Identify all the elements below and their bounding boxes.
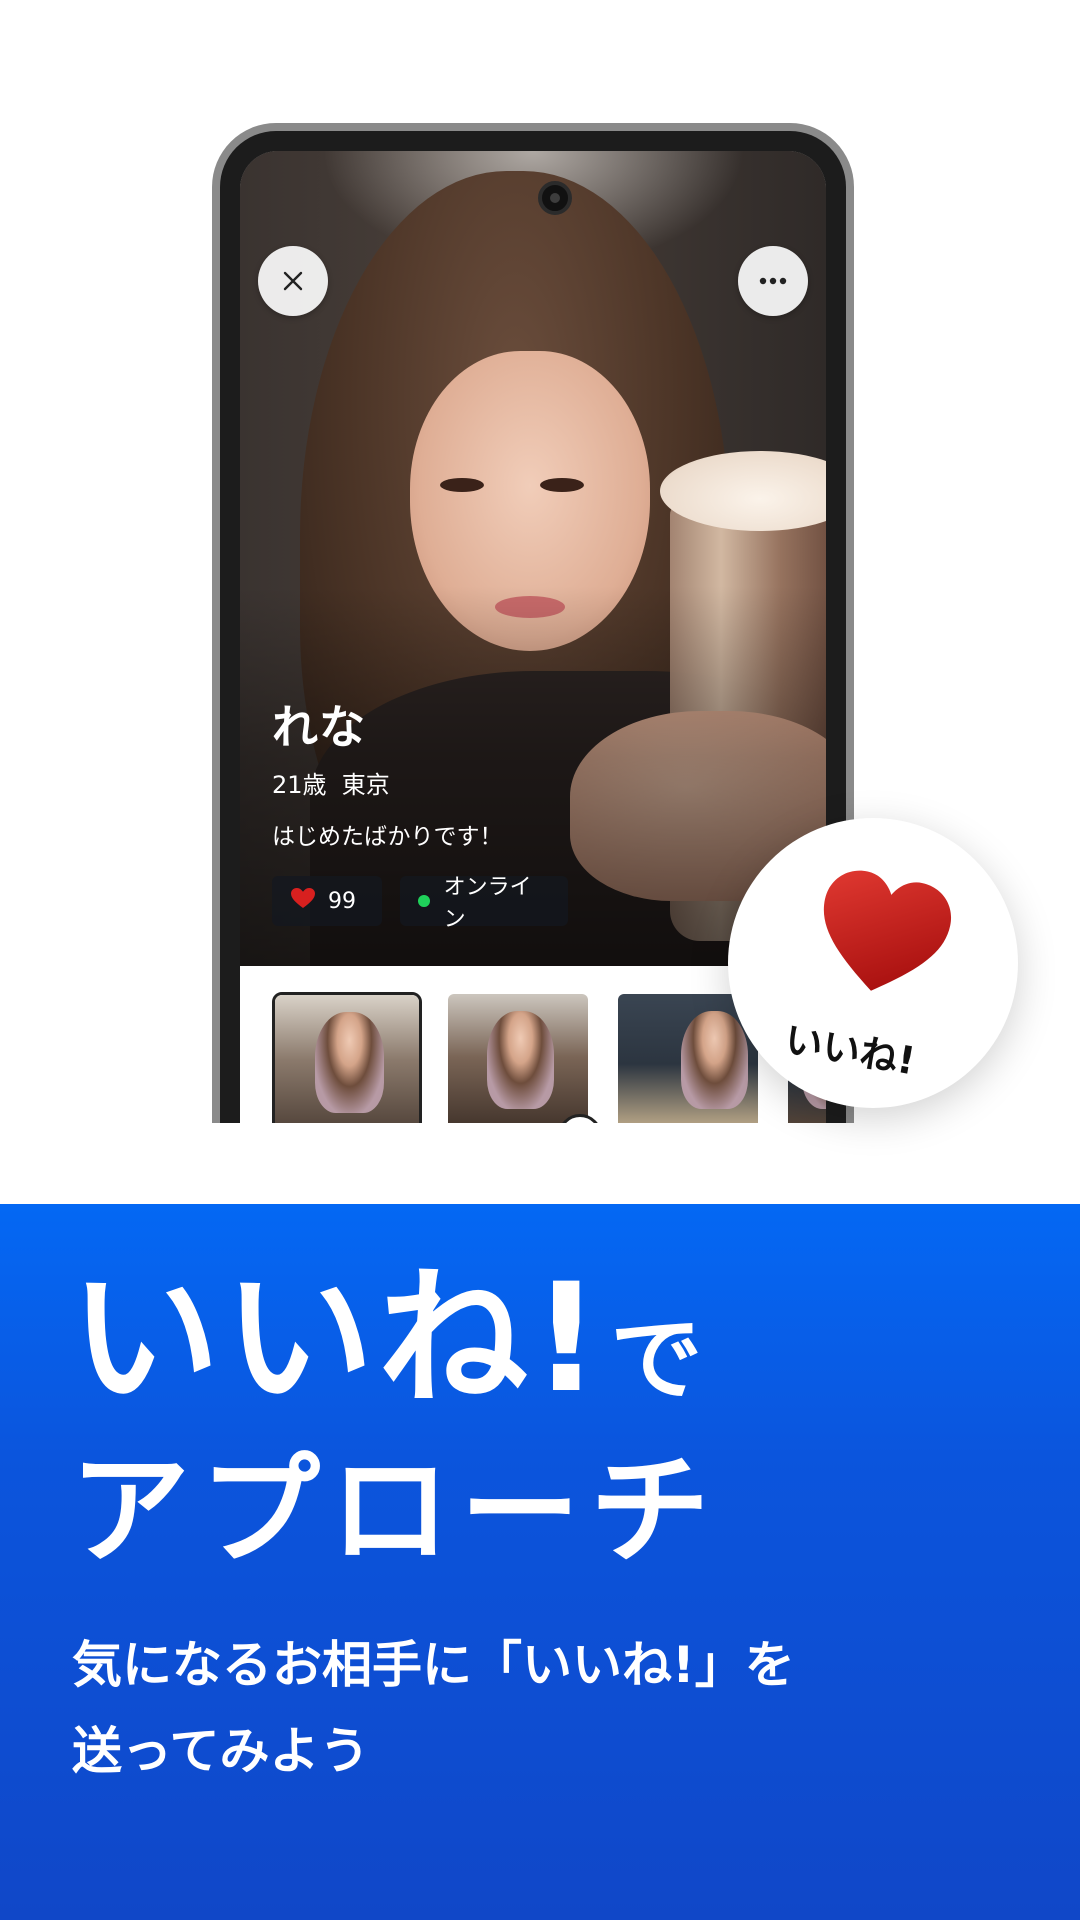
headline-main: いいね! (70, 1252, 605, 1426)
headline: いいね! で アプローチ (70, 1264, 720, 1572)
subtext: 気になるお相手に「いいね!」を 送ってみよう (72, 1622, 795, 1794)
close-icon (282, 270, 304, 292)
likes-count-chip: 99 (272, 876, 382, 926)
heart-icon (290, 887, 316, 915)
thumbnail-1[interactable] (272, 992, 422, 1123)
profile-bio: はじめたばかりです！ (272, 824, 503, 850)
likes-count: 99 (328, 888, 356, 914)
more-options-button[interactable] (738, 246, 808, 316)
headline-particle: で (610, 1306, 703, 1413)
headline-line2: アプローチ (70, 1442, 720, 1581)
heart-icon (813, 870, 953, 1002)
profile-age-location: 21歳 東京 (272, 771, 390, 799)
promo-panel: いいね! で アプローチ 気になるお相手に「いいね!」を 送ってみよう (0, 1204, 1080, 1920)
like-badge-label: いいね! (781, 1017, 919, 1084)
subtext-line2: 送ってみよう (72, 1722, 370, 1780)
online-status-chip: オンライン (400, 875, 568, 932)
subtext-line1: 気になるお相手に「いいね!」を (72, 1636, 795, 1694)
like-badge: いいね! (728, 818, 1018, 1108)
close-button[interactable] (258, 246, 328, 316)
profile-name: れな (272, 700, 366, 754)
more-horizontal-icon (759, 277, 787, 285)
camera-hole (538, 181, 572, 215)
thumbnail-2[interactable] (448, 994, 588, 1123)
online-dot-icon (418, 895, 430, 907)
online-status-label: オンライン (443, 875, 532, 932)
